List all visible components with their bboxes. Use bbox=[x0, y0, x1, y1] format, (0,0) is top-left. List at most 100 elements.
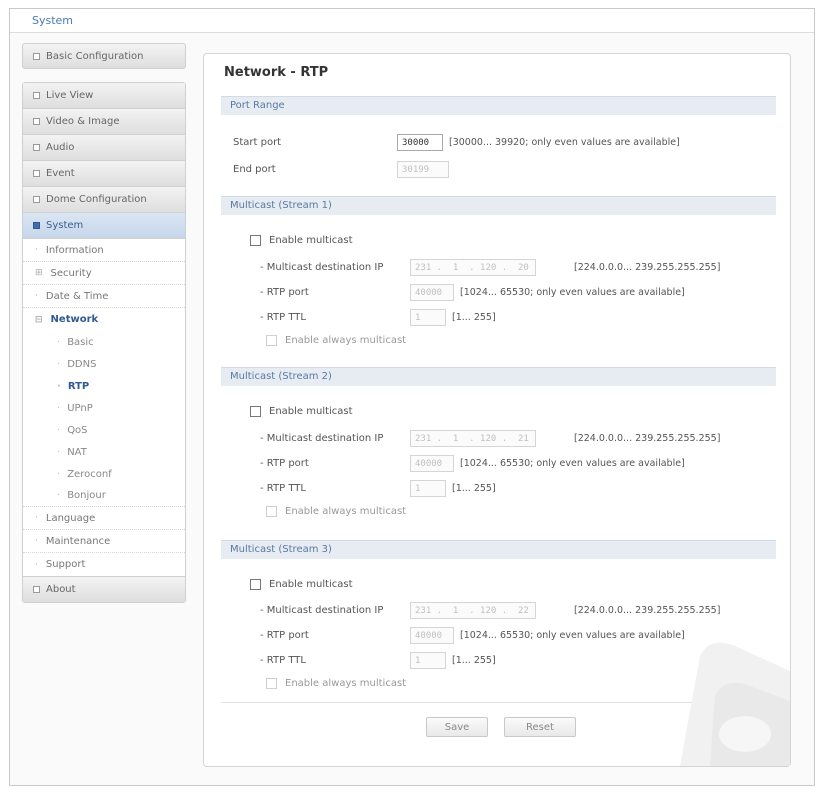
sidebar-item-about[interactable]: About bbox=[23, 576, 185, 602]
bullet-icon: · bbox=[35, 559, 38, 570]
sidebar-sub-label: Network bbox=[50, 314, 99, 325]
stream2-rtp-ttl-input bbox=[410, 480, 446, 497]
minus-box-icon: ⊟ bbox=[35, 314, 43, 325]
stream2-dest-row: - Multicast destination IP bbox=[260, 433, 383, 444]
section-multicast-stream-3: Multicast (Stream 3) bbox=[221, 540, 776, 559]
sidebar-item-label: Basic Configuration bbox=[46, 50, 144, 62]
start-port-input[interactable] bbox=[397, 134, 443, 151]
stream2-ttl-field-row: [1... 255] bbox=[410, 480, 496, 497]
sidebar-sub-label: Information bbox=[45, 244, 104, 256]
sidebar-sub-label: Date & Time bbox=[45, 290, 109, 302]
sidebar-item-audio[interactable]: Audio bbox=[23, 135, 185, 161]
bullet-icon: · bbox=[57, 358, 61, 370]
bullet-icon: · bbox=[57, 380, 61, 392]
sidebar-network-label: UPnP bbox=[67, 402, 93, 414]
stream2-port-label: - RTP port bbox=[260, 458, 309, 469]
reset-button[interactable]: Reset bbox=[504, 717, 576, 737]
stream1-enable-row: Enable multicast bbox=[250, 235, 353, 246]
sidebar-sub-security[interactable]: ⊞ Security bbox=[23, 262, 185, 285]
square-icon bbox=[33, 222, 40, 229]
stream2-ttl-label: - RTP TTL bbox=[260, 483, 306, 494]
stream1-dest-ip-input bbox=[410, 259, 536, 276]
bullet-icon: · bbox=[57, 468, 61, 480]
stream1-always-checkbox bbox=[266, 335, 277, 346]
sidebar-sub-support[interactable]: · Support bbox=[23, 553, 185, 576]
save-button[interactable]: Save bbox=[426, 717, 488, 737]
sidebar-sub-label: Maintenance bbox=[45, 535, 111, 547]
stream3-dest-ip-input bbox=[410, 602, 536, 619]
bullet-icon: · bbox=[35, 245, 38, 255]
sidebar-item-basic-configuration[interactable]: Basic Configuration bbox=[22, 43, 186, 69]
sidebar-item-dome-configuration[interactable]: Dome Configuration bbox=[23, 187, 185, 213]
section-port-range: Port Range bbox=[221, 96, 776, 115]
sidebar-item-label: Audio bbox=[46, 142, 75, 153]
sidebar-network-upnp[interactable]: · UPnP bbox=[23, 397, 185, 419]
stream2-enable-label: Enable multicast bbox=[269, 406, 353, 417]
stream2-rtp-port-input bbox=[410, 455, 454, 472]
sidebar-item-label: Video & Image bbox=[46, 116, 120, 127]
stream3-dest-row: - Multicast destination IP bbox=[260, 605, 383, 616]
stream3-enable-checkbox[interactable] bbox=[250, 579, 261, 590]
sidebar-network-label: RTP bbox=[67, 380, 90, 392]
stream2-always-checkbox bbox=[266, 506, 277, 517]
stream3-port-label: - RTP port bbox=[260, 630, 309, 641]
end-port-label: End port bbox=[233, 164, 276, 175]
stream1-ttl-row: - RTP TTL bbox=[260, 312, 306, 323]
sidebar-item-event[interactable]: Event bbox=[23, 161, 185, 187]
sidebar-network-nat[interactable]: · NAT bbox=[23, 441, 185, 463]
stream3-port-row: - RTP port bbox=[260, 630, 309, 641]
stream1-enable-checkbox[interactable] bbox=[250, 235, 261, 246]
stream3-ttl-label: - RTP TTL bbox=[260, 655, 306, 666]
sidebar-network-label: DDNS bbox=[67, 358, 97, 370]
sidebar-item-live-view[interactable]: Live View bbox=[23, 83, 185, 109]
sidebar-menu: Live View Video & Image Audio Event Dome… bbox=[22, 82, 186, 603]
bullet-icon: · bbox=[57, 490, 61, 501]
stream3-ttl-field-row: [1... 255] bbox=[410, 652, 496, 669]
sidebar-sub-information[interactable]: · Information bbox=[23, 239, 185, 262]
sidebar-network-basic[interactable]: · Basic bbox=[23, 331, 185, 353]
stream1-rtp-ttl-input bbox=[410, 309, 446, 326]
sidebar-item-label: Live View bbox=[46, 90, 94, 101]
stream1-ttl-hint: [1... 255] bbox=[452, 312, 496, 323]
stream2-dest-ip-input bbox=[410, 430, 536, 447]
sidebar-network-ddns[interactable]: · DDNS bbox=[23, 353, 185, 375]
bullet-icon: · bbox=[57, 424, 61, 436]
stream2-dest-label: - Multicast destination IP bbox=[260, 433, 384, 444]
end-port-field-row bbox=[397, 161, 449, 178]
sidebar-sub-language[interactable]: · Language bbox=[23, 507, 185, 530]
bullet-icon: · bbox=[57, 336, 61, 348]
sidebar-network-label: QoS bbox=[67, 424, 88, 436]
sidebar-network-qos[interactable]: · QoS bbox=[23, 419, 185, 441]
sidebar-network-zeroconf[interactable]: · Zeroconf bbox=[23, 463, 185, 485]
bullet-icon: · bbox=[35, 536, 38, 546]
sidebar-sub-network[interactable]: ⊟ Network bbox=[23, 308, 185, 331]
sidebar-sub-maintenance[interactable]: · Maintenance bbox=[23, 530, 185, 553]
sidebar-sub-date-time[interactable]: · Date & Time bbox=[23, 285, 185, 308]
sidebar-sub-label: Security bbox=[50, 267, 92, 279]
bullet-icon: · bbox=[35, 513, 38, 523]
sidebar-network-rtp[interactable]: · RTP bbox=[23, 375, 185, 397]
sidebar-network-label: Basic bbox=[67, 336, 94, 348]
stream1-dest-row: - Multicast destination IP bbox=[260, 262, 383, 273]
start-port-field-row: [30000... 39920; only even values are av… bbox=[397, 134, 680, 151]
stream2-always-label: Enable always multicast bbox=[285, 506, 407, 517]
stream2-enable-checkbox[interactable] bbox=[250, 406, 261, 417]
stream3-always-row: Enable always multicast bbox=[266, 678, 406, 689]
sidebar-item-video-image[interactable]: Video & Image bbox=[23, 109, 185, 135]
stream3-always-label: Enable always multicast bbox=[285, 678, 407, 689]
stream2-port-row: - RTP port bbox=[260, 458, 309, 469]
sidebar-network-label: Bonjour bbox=[67, 490, 106, 501]
stream2-port-field-row: [1024... 65530; only even values are ava… bbox=[410, 455, 685, 472]
stream3-dest-label: - Multicast destination IP bbox=[260, 605, 384, 616]
sidebar-sub-label: Language bbox=[45, 512, 96, 524]
stream1-rtp-port-input bbox=[410, 284, 454, 301]
stream1-port-field-row: [1024... 65530; only even values are ava… bbox=[410, 284, 685, 301]
camera-watermark-graphic bbox=[680, 642, 790, 766]
stream1-port-hint: [1024... 65530; only even values are ava… bbox=[460, 287, 685, 298]
top-bar: System bbox=[10, 9, 814, 33]
stream2-dest-hint: [224.0.0.0... 239.255.255.255] bbox=[574, 433, 721, 444]
sidebar-network-bonjour[interactable]: · Bonjour bbox=[23, 485, 185, 507]
stream1-always-row: Enable always multicast bbox=[266, 335, 406, 346]
sidebar-item-label: System bbox=[46, 220, 84, 231]
sidebar-item-system[interactable]: System bbox=[23, 213, 185, 239]
